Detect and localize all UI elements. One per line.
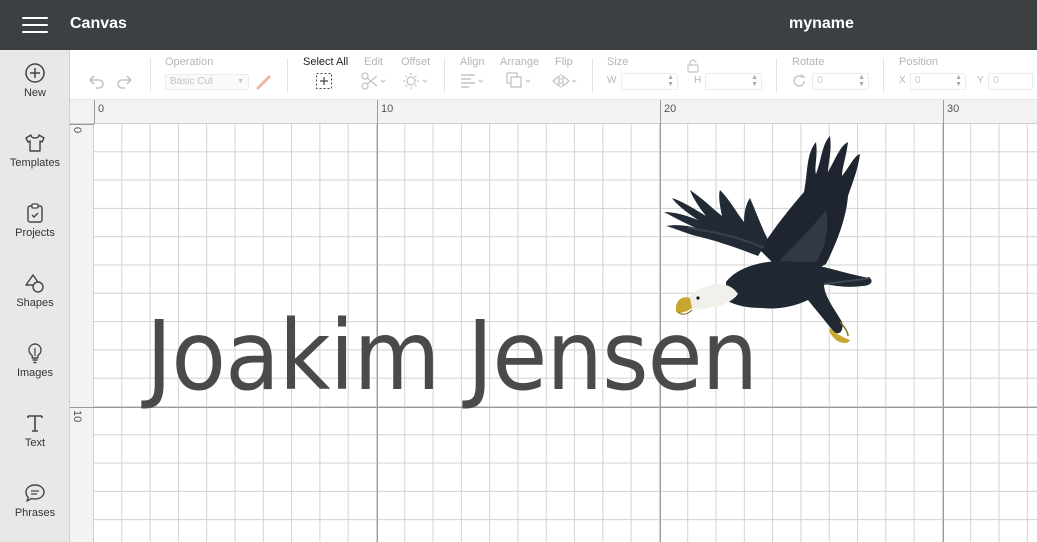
height-field[interactable]: ▲ ▼ [705,73,762,90]
align-icon[interactable] [458,70,486,92]
position-y-field[interactable]: 0 [988,73,1033,90]
redo-icon[interactable] [115,70,137,92]
position-x-value: 0 [915,75,921,86]
ruler-label-top: 10 [381,103,394,115]
top-header-bar: Canvas myname [0,0,1037,50]
top-ruler: 0 10 20 30 [70,100,1037,124]
shapes-icon [25,274,44,293]
sidebar-item-images[interactable]: Images [0,330,70,392]
design-canvas[interactable]: Joakim Jensen [94,124,1037,542]
hamburger-menu-icon[interactable] [22,15,48,35]
sidebar-item-label: Text [24,437,46,449]
operation-value: Basic Cut [170,76,213,87]
select-all-label[interactable]: Select All [303,56,348,68]
rotate-icon [793,74,805,87]
app-title: Canvas [70,15,127,32]
ruler-label-top: 0 [98,103,105,115]
speech-bubble-icon [25,484,45,502]
position-x-field[interactable]: 0 ▲ ▼ [910,73,966,90]
width-field[interactable]: ▲ ▼ [621,73,678,90]
lock-icon[interactable] [686,59,700,73]
left-sidebar: New Templates Projects Shapes Images Tex… [0,50,70,542]
sidebar-item-new[interactable]: New [0,50,70,112]
select-all-icon[interactable] [315,70,333,92]
size-label: Size [607,56,629,68]
position-x-letter: X [899,75,906,86]
arrange-icon[interactable] [504,70,534,92]
left-ruler: 0 10 [70,124,94,542]
sidebar-item-shapes[interactable]: Shapes [0,260,70,322]
pen-color-icon[interactable] [254,72,274,92]
rotate-label: Rotate [792,56,825,68]
sidebar-item-projects[interactable]: Projects [0,190,70,252]
sidebar-item-phrases[interactable]: Phrases [0,470,70,532]
eagle-image[interactable] [578,132,882,368]
text-t-icon [27,415,43,432]
top-ruler-ticks [94,100,944,124]
undo-icon[interactable] [84,70,106,92]
edit-label: Edit [364,56,383,68]
position-label: Position [899,56,939,68]
project-name[interactable]: myname [789,15,854,33]
align-label: Align [460,56,485,68]
flip-label: Flip [555,56,573,68]
operation-label: Operation [165,56,214,68]
flip-icon[interactable] [550,70,580,92]
chevron-down-icon: ▼ [237,78,244,85]
rotate-field[interactable]: 0 ▲ ▼ [812,73,869,90]
lightbulb-icon [28,343,42,364]
sidebar-item-label: Projects [15,227,55,239]
plus-circle-icon [25,63,45,83]
stepper-arrows-icon: ▲ ▼ [858,74,865,88]
sidebar-item-text[interactable]: Text [0,400,70,462]
ruler-label-left: 10 [71,410,83,423]
stepper-arrows-icon: ▲ ▼ [955,74,962,88]
tshirt-icon [25,134,45,152]
position-y-value: 0 [993,75,999,86]
size-w-letter: W [607,75,617,86]
sidebar-item-label: New [23,87,46,99]
size-h-letter: H [694,75,702,86]
left-ruler-ticks [70,124,94,408]
grid-major-line [943,124,944,542]
offset-icon[interactable] [402,70,430,92]
position-y-letter: Y [977,75,984,86]
stepper-arrows-icon: ▲ ▼ [667,74,674,88]
sidebar-item-label: Shapes [16,297,54,309]
offset-label: Offset [401,56,431,68]
sidebar-item-label: Images [16,367,54,379]
arrange-label: Arrange [500,56,540,68]
sidebar-item-label: Templates [9,157,61,169]
ruler-label-top: 20 [664,103,677,115]
operation-select[interactable]: Basic Cut ▼ [165,74,249,90]
edit-toolbar: Operation Basic Cut ▼ Select All Edit Of… [70,50,1037,100]
rotate-value: 0 [817,75,823,86]
stepper-arrows-icon: ▲ ▼ [751,74,758,88]
ruler-label-top: 30 [947,103,960,115]
edit-scissors-icon[interactable] [360,70,386,92]
clipboard-icon [27,203,43,223]
ruler-label-left: 0 [71,127,83,134]
app-window: Canvas myname New Templates Projects Sha… [0,0,1037,542]
sidebar-item-templates[interactable]: Templates [0,120,70,182]
sidebar-item-label: Phrases [14,507,56,519]
